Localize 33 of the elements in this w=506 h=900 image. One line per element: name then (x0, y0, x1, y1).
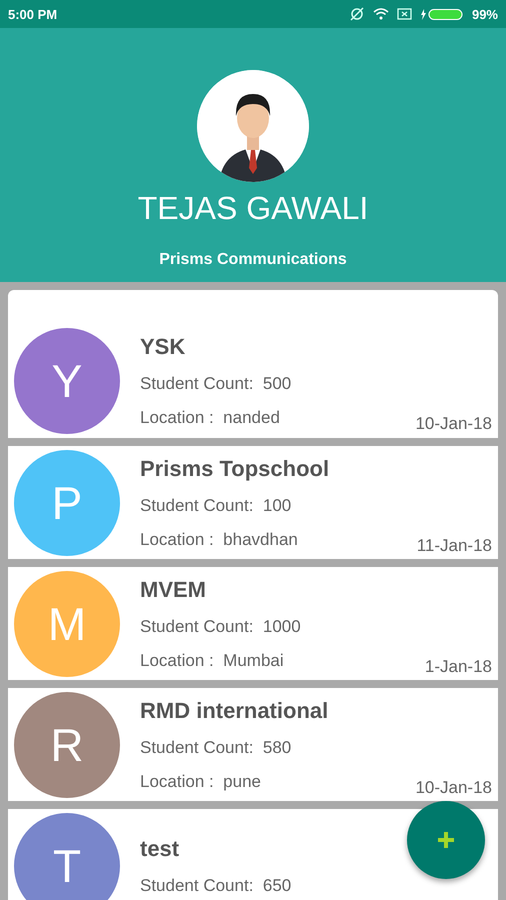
student-count: Student Count: 580 (140, 738, 292, 758)
student-count: Student Count: 500 (140, 374, 292, 394)
battery-percent: 99% (472, 6, 498, 22)
organization-name: Prisms Communications (159, 251, 347, 269)
initial-avatar: Y (14, 328, 120, 434)
date: 10-Jan-18 (415, 414, 492, 434)
school-name: Prisms Topschool (140, 456, 330, 482)
initial-avatar: T (14, 812, 120, 900)
user-name: TEJAS GAWALI (138, 190, 368, 227)
location: Location : nanded (140, 408, 280, 428)
school-name: test (140, 836, 180, 862)
battery-icon (420, 8, 464, 20)
initial-avatar: R (14, 692, 120, 798)
student-count: Student Count: 1000 (140, 616, 301, 636)
person-avatar-icon (197, 70, 309, 182)
school-name: YSK (140, 334, 186, 360)
status-time: 5:00 PM (8, 6, 58, 22)
location: Location : bhavdhan (140, 530, 298, 550)
initial-avatar: P (14, 450, 120, 556)
school-name: RMD international (140, 698, 328, 724)
alarm-off-icon (348, 7, 365, 21)
initial-avatar: M (14, 570, 120, 676)
location: Location : pune (140, 772, 261, 792)
location: Location : Mumbai (140, 650, 284, 670)
plus-icon (436, 830, 456, 850)
student-count: Student Count: 650 (140, 876, 292, 896)
date: 1-Jan-18 (424, 656, 492, 676)
date: 10-Jan-18 (415, 778, 492, 798)
school-name: MVEM (140, 576, 206, 602)
date: 11-Jan-18 (416, 536, 492, 556)
sim-icon (396, 8, 412, 20)
wifi-icon (372, 8, 389, 20)
student-count: Student Count: 100 (140, 496, 292, 516)
